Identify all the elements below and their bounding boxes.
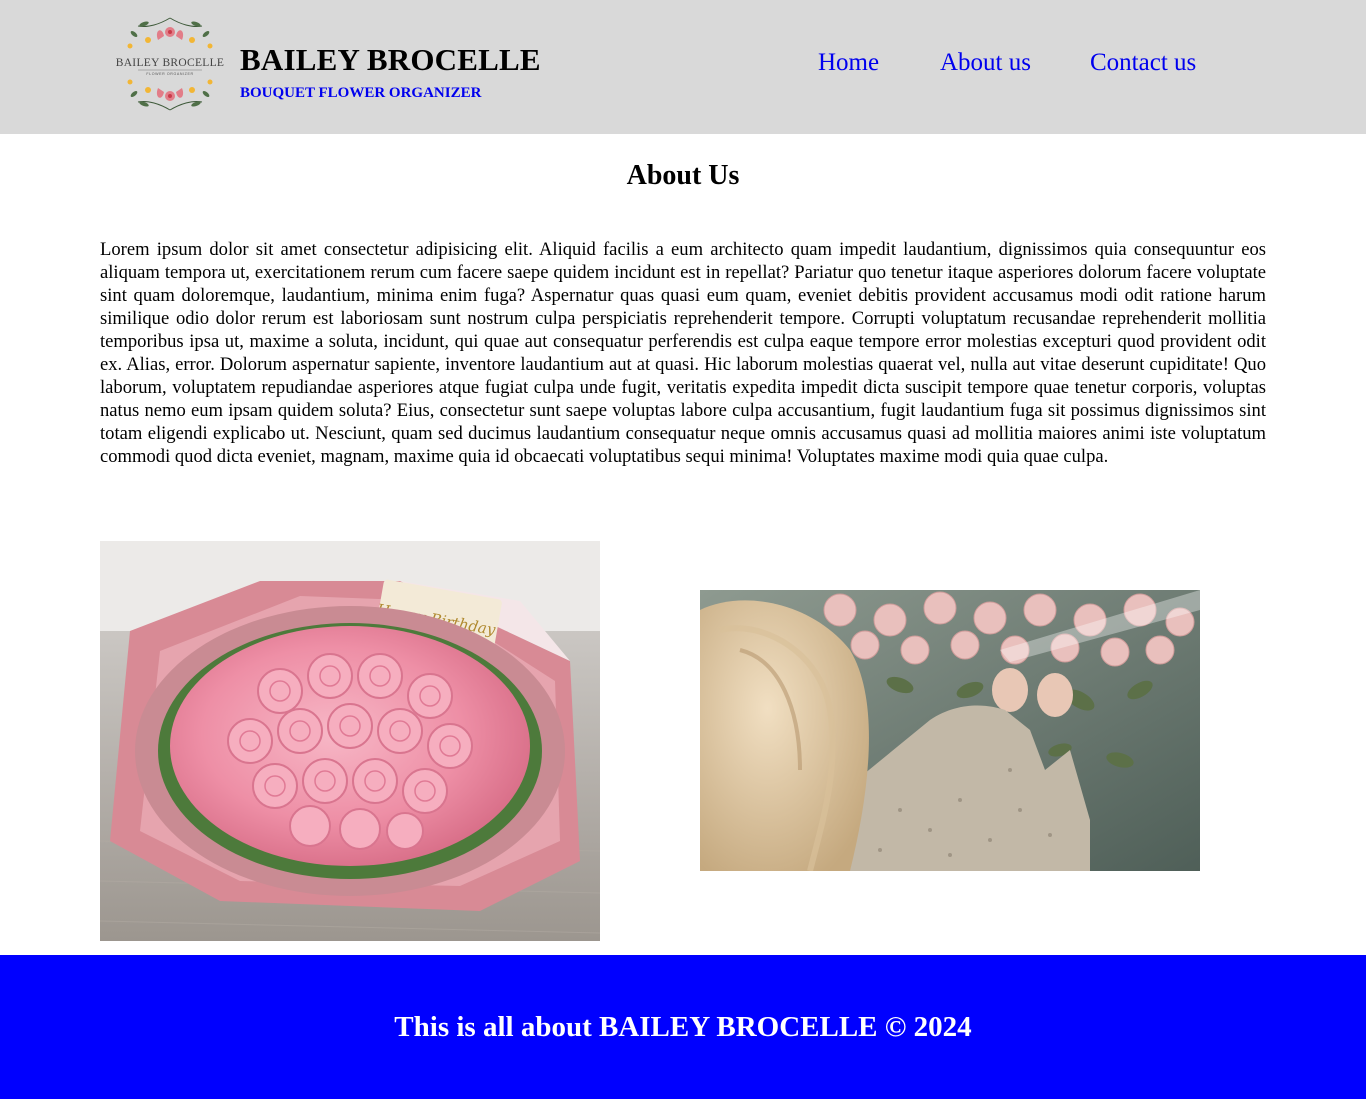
site-header: BAILEY BROCELLE FLOWER ORGANIZER BAILEY … [0,0,1366,134]
nav-link-contact-us[interactable]: Contact us [1090,47,1196,79]
about-paragraph: Lorem ipsum dolor sit amet consectetur a… [100,239,1266,467]
site-footer: This is all about BAILEY BROCELLE © 2024 [0,955,1366,1099]
brand-logo-icon[interactable]: BAILEY BROCELLE FLOWER ORGANIZER [108,10,232,118]
florist-arranging-roses-photo [700,590,1200,871]
brand-subtitle: BOUQUET FLOWER ORGANIZER [240,85,482,101]
logo-subtext: FLOWER ORGANIZER [146,72,193,76]
nav-link-about-us[interactable]: About us [940,47,1031,79]
pink-rose-bouquet-photo: Happy Birthday [100,541,600,941]
logo-text: BAILEY BROCELLE [116,57,225,69]
page-title: About Us [626,160,740,191]
nav-link-home[interactable]: Home [818,47,879,79]
footer-copyright: This is all about BAILEY BROCELLE © 2024 [394,1011,972,1043]
brand-title: BAILEY BROCELLE [240,42,541,77]
